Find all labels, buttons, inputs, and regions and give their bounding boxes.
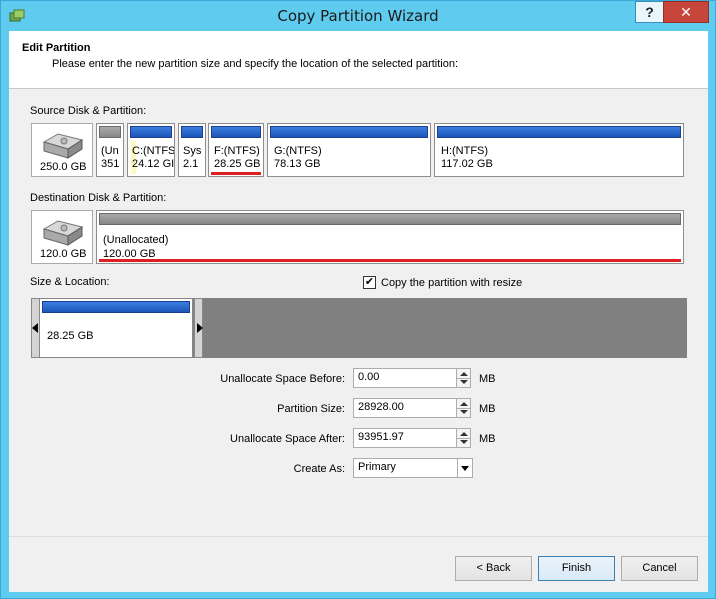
- partition-size-unit: MB: [479, 403, 496, 415]
- page-subtitle: Please enter the new partition size and …: [52, 58, 459, 70]
- source-partition-h[interactable]: H:(NTFS) 117.02 GB: [434, 123, 684, 177]
- selected-partition-indicator: [211, 172, 261, 175]
- back-button[interactable]: < Back: [455, 556, 532, 581]
- partition-size: 351: [101, 158, 120, 170]
- left-arrow-icon: [32, 323, 38, 333]
- close-button[interactable]: ✕: [663, 1, 709, 23]
- resize-handle-right[interactable]: [194, 298, 203, 358]
- page-title: Edit Partition: [22, 42, 91, 54]
- destination-disk-size: 120.0 GB: [40, 248, 87, 260]
- partition-label: F:(NTFS): [214, 145, 260, 157]
- destination-partition-unallocated[interactable]: (Unallocated) 120.00 GB: [96, 210, 684, 264]
- partition-size-spinner[interactable]: [456, 398, 471, 418]
- source-label: Source Disk & Partition:: [30, 105, 147, 117]
- create-as-label: Create As:: [293, 463, 345, 475]
- title-bar[interactable]: Copy Partition Wizard ? ✕: [1, 1, 715, 31]
- partition-label: Sys: [183, 145, 202, 157]
- hard-disk-icon: [42, 220, 84, 246]
- partition-bar: [130, 126, 172, 138]
- partition-bar: [270, 126, 428, 138]
- source-partition-c[interactable]: C:(NTFS 24.12 GI: [127, 123, 175, 177]
- window-title: Copy Partition Wizard: [277, 7, 439, 25]
- partition-label: C:(NTFS: [132, 145, 175, 157]
- partition-size-block[interactable]: 28.25 GB: [39, 298, 193, 358]
- partition-size: 24.12 GI: [132, 158, 175, 170]
- source-disk[interactable]: 250.0 GB: [31, 123, 93, 177]
- unallocate-after-input[interactable]: 93951.97: [353, 428, 458, 448]
- partition-label: H:(NTFS): [441, 145, 489, 157]
- partition-bar: [99, 126, 121, 138]
- partition-label: (Unallocated): [103, 234, 169, 246]
- dialog-body: Edit Partition Please enter the new part…: [9, 31, 708, 592]
- right-arrow-icon: [197, 323, 203, 333]
- partition-size: 2.1: [183, 158, 199, 170]
- resize-handle-left[interactable]: [31, 298, 40, 358]
- source-partition-system[interactable]: Sys 2.1: [178, 123, 206, 177]
- source-disk-size: 250.0 GB: [40, 161, 87, 173]
- hard-disk-icon: [42, 133, 84, 159]
- unallocate-before-label: Unallocate Space Before:: [220, 373, 345, 385]
- finish-button[interactable]: Finish: [538, 556, 615, 581]
- partition-bar: [211, 126, 261, 138]
- unallocate-before-spinner[interactable]: [456, 368, 471, 388]
- selected-partition-indicator: [99, 259, 681, 262]
- source-partition-g[interactable]: G:(NTFS) 78.13 GB: [267, 123, 431, 177]
- partition-bar: [181, 126, 203, 138]
- unallocate-before-unit: MB: [479, 373, 496, 385]
- destination-disk[interactable]: 120.0 GB: [31, 210, 93, 264]
- partition-size: 28.25 GB: [214, 158, 261, 170]
- unallocate-after-spinner[interactable]: [456, 428, 471, 448]
- partition-size: 117.02 GB: [441, 158, 493, 170]
- copy-with-resize-checkbox[interactable]: ✔: [363, 276, 376, 289]
- source-partition-unallocated[interactable]: (Un 351: [96, 123, 124, 177]
- partition-label: G:(NTFS): [274, 145, 322, 157]
- create-as-value: Primary: [358, 461, 396, 473]
- partition-size-label: Partition Size:: [277, 403, 345, 415]
- unallocate-before-input[interactable]: 0.00: [353, 368, 458, 388]
- partition-block-size: 28.25 GB: [47, 330, 94, 342]
- partition-bar: [99, 213, 681, 225]
- footer-divider: [9, 536, 708, 537]
- size-location-label: Size & Location:: [30, 276, 110, 288]
- partition-size-input[interactable]: 28928.00: [353, 398, 458, 418]
- source-partition-f[interactable]: F:(NTFS) 28.25 GB: [208, 123, 264, 177]
- cancel-button[interactable]: Cancel: [621, 556, 698, 581]
- partition-bar: [42, 301, 190, 313]
- unallocate-after-unit: MB: [479, 433, 496, 445]
- help-button[interactable]: ?: [635, 1, 664, 23]
- wizard-window: Copy Partition Wizard ? ✕ Edit Partition…: [0, 0, 716, 599]
- chevron-down-icon[interactable]: [457, 459, 472, 477]
- destination-label: Destination Disk & Partition:: [30, 192, 167, 204]
- partition-bar: [437, 126, 681, 138]
- copy-with-resize-label: Copy the partition with resize: [381, 277, 523, 289]
- partition-label: (Un: [101, 145, 119, 157]
- create-as-select[interactable]: Primary: [353, 458, 473, 478]
- unallocate-after-label: Unallocate Space After:: [230, 433, 345, 445]
- wizard-header: Edit Partition Please enter the new part…: [9, 31, 708, 89]
- partition-size: 78.13 GB: [274, 158, 321, 170]
